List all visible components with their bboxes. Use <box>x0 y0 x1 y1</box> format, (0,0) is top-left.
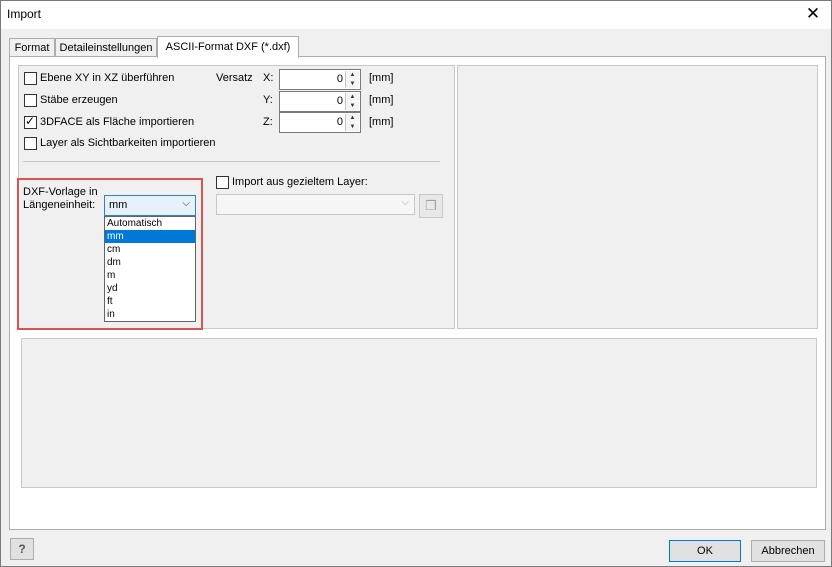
length-unit-select[interactable]: mm ⌵ <box>104 195 196 216</box>
dxf-vorlage-label-2: Längeneinheit: <box>23 199 96 211</box>
x-unit: [mm] <box>369 72 394 84</box>
tab-format[interactable]: Format <box>9 38 55 57</box>
tab-detaileinstellungen[interactable]: Detaileinstellungen <box>55 38 157 57</box>
separator <box>23 161 440 162</box>
preview-panel <box>457 65 818 329</box>
z-label: Z: <box>263 116 273 128</box>
y-value: 0 <box>336 95 343 107</box>
layer-sicht-label: Layer als Sichtbarkeiten importieren <box>40 137 216 149</box>
face3d-checkbox[interactable] <box>24 114 37 129</box>
chevron-down-icon: ⌵ <box>401 197 409 208</box>
layer-picker-icon[interactable]: ❐ <box>419 194 443 218</box>
unit-option-cm[interactable]: cm <box>105 243 195 256</box>
window-title: Import <box>7 7 42 21</box>
length-unit-value: mm <box>109 199 128 211</box>
close-icon[interactable]: ✕ <box>801 3 825 25</box>
unit-option-in[interactable]: in <box>105 308 195 321</box>
spin-up-icon[interactable]: ▲ <box>346 114 359 122</box>
spin-down-icon[interactable]: ▼ <box>346 80 359 88</box>
x-label: X: <box>263 72 274 84</box>
x-value: 0 <box>336 73 343 85</box>
tab-detaileinstellungen-label: Detaileinstellungen <box>59 42 153 54</box>
unit-option-yd[interactable]: yd <box>105 282 195 295</box>
import-layer-checkbox[interactable] <box>216 176 229 189</box>
tab-format-label: Format <box>14 42 50 54</box>
unit-option-m[interactable]: m <box>105 269 195 282</box>
import-layer-label: Import aus gezieltem Layer: <box>232 176 368 188</box>
spin-up-icon[interactable]: ▲ <box>346 71 359 79</box>
staebe-label: Stäbe erzeugen <box>40 94 118 106</box>
unit-option-ft[interactable]: ft <box>105 295 195 308</box>
tab-ascii-dxf[interactable]: ASCII-Format DXF (*.dxf) <box>157 36 299 58</box>
import-dialog: Import ✕ Format Detaileinstellungen ASCI… <box>0 0 832 567</box>
y-unit: [mm] <box>369 94 394 106</box>
unit-option-automatisch[interactable]: Automatisch <box>105 217 195 230</box>
ebene-xy-checkbox[interactable] <box>24 72 37 85</box>
spin-down-icon[interactable]: ▼ <box>346 123 359 131</box>
ok-button[interactable]: OK <box>669 540 741 562</box>
title-bar: Import ✕ <box>1 1 831 29</box>
face3d-label: 3DFACE als Fläche importieren <box>40 116 195 128</box>
spin-down-icon[interactable]: ▼ <box>346 102 359 110</box>
unit-option-dm[interactable]: dm <box>105 256 195 269</box>
help-icon[interactable]: ? <box>10 538 34 560</box>
staebe-checkbox[interactable] <box>24 94 37 107</box>
spin-up-icon[interactable]: ▲ <box>346 93 359 101</box>
y-spinner[interactable]: 0 ▲ ▼ <box>279 91 361 112</box>
z-spinner[interactable]: 0 ▲ ▼ <box>279 112 361 133</box>
info-panel <box>21 338 817 488</box>
cancel-button[interactable]: Abbrechen <box>751 540 825 562</box>
dxf-vorlage-label-1: DXF-Vorlage in <box>23 186 98 198</box>
x-spinner[interactable]: 0 ▲ ▼ <box>279 69 361 90</box>
z-value: 0 <box>336 116 343 128</box>
tab-ascii-dxf-label: ASCII-Format DXF (*.dxf) <box>165 41 291 53</box>
layer-select[interactable]: ⌵ <box>216 194 415 215</box>
ebene-xy-label: Ebene XY in XZ überführen <box>40 72 175 84</box>
versatz-label: Versatz <box>216 72 253 84</box>
unit-option-mm[interactable]: mm <box>105 230 195 243</box>
z-unit: [mm] <box>369 116 394 128</box>
y-label: Y: <box>263 94 273 106</box>
layer-sicht-checkbox[interactable] <box>24 137 37 150</box>
chevron-down-icon: ⌵ <box>182 198 190 209</box>
length-unit-dropdown: Automatisch mm cm dm m yd ft in <box>104 216 196 322</box>
